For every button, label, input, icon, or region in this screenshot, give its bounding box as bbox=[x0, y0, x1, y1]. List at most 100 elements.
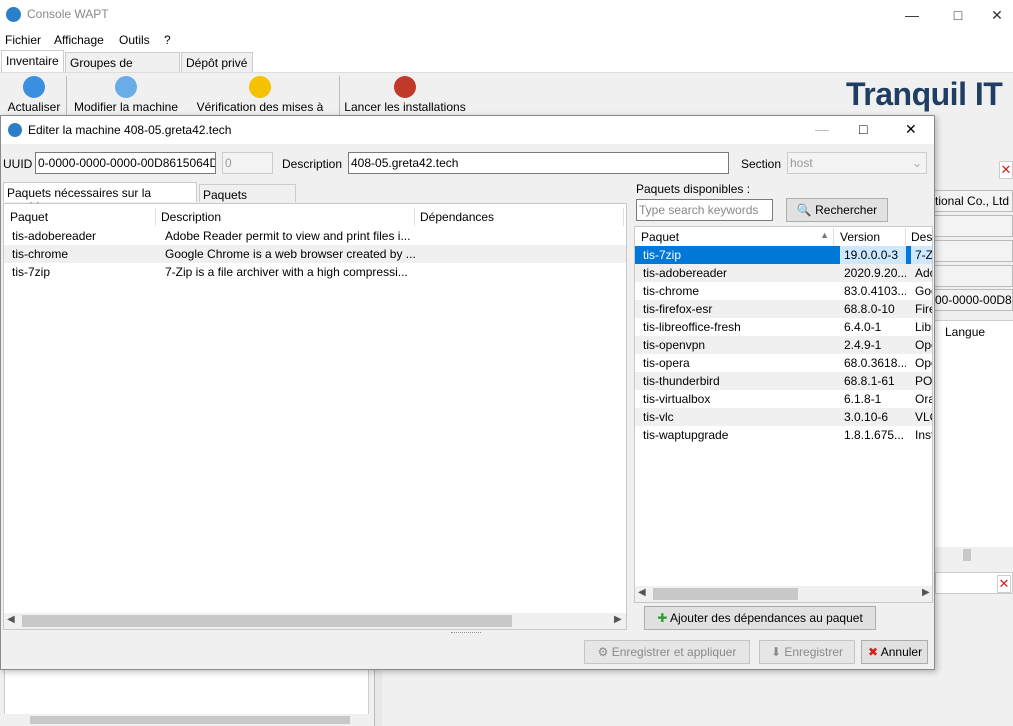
wapt-app-icon bbox=[8, 123, 22, 137]
maximize-icon[interactable]: □ bbox=[859, 121, 867, 137]
splitter-handle[interactable] bbox=[451, 632, 481, 635]
package-version: 68.0.3618... bbox=[844, 356, 906, 370]
column-header-langue: Langue bbox=[945, 325, 986, 339]
scroll-thumb[interactable] bbox=[22, 615, 512, 627]
search-button[interactable]: 🔍 Rechercher bbox=[786, 198, 888, 222]
package-desc: Libr bbox=[915, 320, 932, 334]
menu-fichier[interactable]: Fichier bbox=[5, 33, 41, 47]
table-row[interactable]: tis-opera 68.0.3618... Ope bbox=[635, 354, 932, 372]
table-row[interactable]: tis-7zip 7-Zip is a file archiver with a… bbox=[4, 263, 626, 281]
package-desc: Orac bbox=[915, 392, 932, 406]
lightning-icon bbox=[394, 76, 416, 98]
table-row[interactable]: tis-thunderbird 68.8.1-61 POP bbox=[635, 372, 933, 390]
close-icon[interactable]: ✕ bbox=[981, 0, 1013, 30]
toolbar-separator bbox=[339, 76, 340, 116]
dialog-titlebar: Editer la machine 408-05.greta42.tech — … bbox=[1, 116, 934, 144]
package-name: tis-waptupgrade bbox=[643, 428, 729, 442]
table-row[interactable]: tis-7zip 19.0.0.0-3 7-Zi bbox=[635, 246, 932, 264]
table-row[interactable]: tis-adobereader 2020.9.20... Ado bbox=[635, 264, 932, 282]
tab-forbidden-packages[interactable]: Paquets interdits bbox=[199, 184, 296, 216]
package-name: tis-adobereader bbox=[12, 229, 97, 243]
bg-scroll-thumb[interactable] bbox=[963, 549, 971, 561]
uuid-field[interactable]: 0-0000-0000-0000-00D8615064D7 bbox=[35, 152, 216, 174]
minimize-icon[interactable]: — bbox=[815, 121, 829, 137]
package-version: 83.0.4103... bbox=[844, 284, 906, 298]
tab-depot-prive[interactable]: Dépôt privé bbox=[181, 52, 253, 72]
close-icon[interactable]: ✕ bbox=[905, 121, 917, 138]
bg-scroll-thumb-left[interactable] bbox=[30, 716, 350, 724]
cancel-button[interactable]: ✖ Annuler bbox=[861, 640, 928, 664]
table-row[interactable]: tis-vlc 3.0.10-6 VLC bbox=[635, 408, 932, 426]
column-header-paquet[interactable]: Paquet bbox=[6, 208, 156, 226]
package-version: 3.0.10-6 bbox=[844, 410, 889, 424]
launch-installs-button[interactable]: Lancer les installations bbox=[344, 76, 466, 114]
column-header-version[interactable]: Version bbox=[836, 228, 906, 246]
package-description: Google Chrome is a web browser created b… bbox=[165, 247, 415, 261]
package-version: 2020.9.20... bbox=[844, 266, 906, 280]
section-value: host bbox=[790, 156, 813, 170]
scroll-thumb[interactable] bbox=[653, 588, 798, 600]
table-row[interactable]: tis-waptupgrade 1.8.1.675... Insta bbox=[635, 426, 932, 444]
column-header-paquet[interactable]: Paquet ▲ bbox=[637, 228, 834, 246]
edit-machine-label: Modifier la machine bbox=[73, 100, 179, 114]
menu-help[interactable]: ? bbox=[164, 33, 171, 47]
description-field[interactable]: 408-05.greta42.tech bbox=[348, 152, 729, 174]
menu-affichage[interactable]: Affichage bbox=[54, 33, 104, 47]
horizontal-scrollbar[interactable]: ◀ ▶ bbox=[635, 586, 932, 602]
package-version: 68.8.1-61 bbox=[844, 374, 895, 388]
tab-groupes-de-paquets[interactable]: Groupes de paquets bbox=[65, 52, 180, 84]
bg-scrollbar[interactable] bbox=[935, 547, 1013, 563]
table-row[interactable]: tis-firefox-esr 68.8.0-10 Fire bbox=[635, 300, 932, 318]
search-icon: 🔍 bbox=[796, 203, 812, 217]
table-row[interactable]: tis-openvpn 2.4.9-1 Ope bbox=[635, 336, 932, 354]
section-label: Section bbox=[741, 157, 782, 171]
paquet-header-label: Paquet bbox=[641, 230, 680, 244]
package-version: 1.8.1.675... bbox=[844, 428, 905, 442]
tab-inventaire[interactable]: Inventaire bbox=[1, 50, 64, 72]
package-name: tis-firefox-esr bbox=[643, 302, 713, 316]
bg-scrollbar-left[interactable] bbox=[4, 714, 369, 726]
table-row[interactable]: tis-chrome Google Chrome is a web browse… bbox=[4, 245, 626, 263]
table-row[interactable]: tis-libreoffice-fresh 6.4.0-1 Libr bbox=[635, 318, 932, 336]
available-packages-label: Paquets disponibles : bbox=[636, 182, 751, 196]
add-dependencies-label: Ajouter des dépendances au paquet bbox=[669, 611, 863, 625]
bg-field bbox=[930, 265, 1013, 287]
scroll-left-icon[interactable]: ◀ bbox=[638, 587, 646, 598]
add-dependencies-button[interactable]: ✚ Ajouter des dépendances au paquet bbox=[644, 606, 876, 630]
tab-required-packages[interactable]: Paquets nécessaires sur la machine bbox=[3, 182, 197, 214]
column-header-desc[interactable]: Desc bbox=[907, 228, 932, 246]
plus-icon: ✚ bbox=[657, 611, 668, 625]
scroll-right-icon[interactable]: ▶ bbox=[614, 614, 622, 625]
table-row[interactable]: tis-chrome 83.0.4103... Goo bbox=[635, 282, 932, 300]
table-row[interactable]: tis-adobereader Adobe Reader permit to v… bbox=[4, 227, 626, 245]
save-icon: ⬇ bbox=[770, 645, 782, 659]
save-button: ⬇ Enregistrer bbox=[759, 640, 855, 664]
uuid-label: UUID bbox=[3, 157, 33, 171]
package-version: 19.0.0.0-3 bbox=[840, 246, 906, 264]
bg-splitter[interactable] bbox=[374, 668, 382, 726]
minimize-icon[interactable]: — bbox=[889, 0, 935, 30]
table-row[interactable]: tis-virtualbox 6.1.8-1 Orac bbox=[635, 390, 932, 408]
refresh-button[interactable]: Actualiser bbox=[6, 76, 62, 114]
scroll-right-icon[interactable]: ▶ bbox=[922, 587, 930, 598]
horizontal-scrollbar[interactable]: ◀ ▶ bbox=[4, 613, 626, 629]
package-version: 6.1.8-1 bbox=[844, 392, 882, 406]
menu-outils[interactable]: Outils bbox=[119, 33, 150, 47]
package-description: 7-Zip is a file archiver with a high com… bbox=[165, 265, 408, 279]
package-desc: POP bbox=[915, 374, 933, 388]
clear-filter-icon[interactable]: ✕ bbox=[999, 161, 1013, 179]
save-apply-label: Enregistrer et appliquer bbox=[611, 645, 737, 659]
search-input[interactable]: Type search keywords bbox=[636, 199, 773, 221]
section-select: host ⌄ bbox=[787, 152, 927, 174]
scroll-left-icon[interactable]: ◀ bbox=[7, 614, 15, 625]
column-header-description[interactable]: Description bbox=[157, 208, 415, 226]
launch-installs-label: Lancer les installations bbox=[344, 100, 466, 114]
cancel-x-icon: ✖ bbox=[868, 645, 879, 659]
edit-pencil-icon bbox=[115, 76, 137, 98]
edit-machine-button[interactable]: Modifier la machine bbox=[71, 76, 181, 114]
column-header-dependances[interactable]: Dépendances bbox=[416, 208, 624, 226]
maximize-icon[interactable]: □ bbox=[935, 0, 981, 30]
bg-grid-left bbox=[4, 668, 369, 718]
package-name: tis-vlc bbox=[643, 410, 674, 424]
clear-search-icon[interactable]: ✕ bbox=[997, 575, 1011, 593]
